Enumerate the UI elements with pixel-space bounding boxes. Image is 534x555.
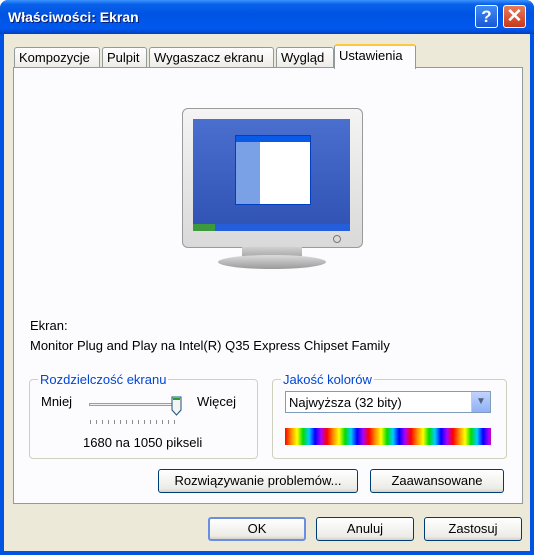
cancel-button[interactable]: Anuluj: [316, 517, 414, 541]
tab-appearance[interactable]: Wygląd: [276, 47, 334, 68]
preview-start-button: [193, 224, 215, 231]
apply-button[interactable]: Zastosuj: [424, 517, 522, 541]
tab-settings[interactable]: Ustawienia: [334, 44, 416, 69]
tab-screensaver[interactable]: Wygaszacz ekranu: [149, 47, 274, 68]
color-spectrum-preview: [285, 428, 491, 445]
display-label: Ekran:: [30, 318, 68, 333]
tab-desktop[interactable]: Pulpit: [102, 47, 147, 68]
tab-themes[interactable]: Kompozycje: [14, 47, 100, 68]
properties-dialog: Właściwości: Ekran ? ✕ Kompozycje Pulpit…: [0, 0, 534, 555]
window-title: Właściwości: Ekran: [8, 9, 139, 25]
color-quality-group-title: Jakość kolorów: [281, 372, 374, 387]
color-quality-group: Jakość kolorów Najwyższa (32 bity) ▼: [272, 372, 507, 459]
settings-panel: Ekran: Monitor Plug and Play na Intel(R)…: [13, 67, 523, 504]
title-bar[interactable]: Właściwości: Ekran ? ✕: [0, 0, 534, 34]
ok-button[interactable]: OK: [208, 517, 306, 541]
resolution-less-label: Mniej: [41, 394, 73, 409]
preview-taskbar: [193, 224, 350, 231]
close-button[interactable]: ✕: [503, 5, 526, 28]
resolution-group: Rozdzielczość ekranu Mniej Więcej 1680 n…: [29, 372, 258, 459]
resolution-slider-track[interactable]: [89, 403, 181, 406]
resolution-slider-ticks: [90, 420, 180, 424]
power-button-icon: [333, 235, 341, 243]
help-button[interactable]: ?: [475, 5, 498, 28]
dialog-body: Kompozycje Pulpit Wygaszacz ekranu Wyglą…: [4, 34, 530, 551]
advanced-button[interactable]: Zaawansowane: [370, 469, 504, 493]
chevron-down-icon[interactable]: ▼: [471, 392, 490, 412]
resolution-group-title: Rozdzielczość ekranu: [38, 372, 169, 387]
color-quality-select[interactable]: Najwyższa (32 bity) ▼: [285, 391, 491, 413]
resolution-slider-thumb[interactable]: [171, 396, 182, 416]
preview-window: [235, 135, 311, 205]
resolution-more-label: Więcej: [197, 394, 237, 409]
troubleshoot-button[interactable]: Rozwiązywanie problemów...: [158, 469, 358, 493]
color-quality-value: Najwyższa (32 bity): [289, 395, 402, 410]
screen-preview: [193, 119, 350, 231]
monitor-base: [218, 255, 326, 269]
display-device: Monitor Plug and Play na Intel(R) Q35 Ex…: [30, 338, 390, 353]
help-icon: ?: [481, 7, 492, 26]
resolution-value: 1680 na 1050 pikseli: [83, 435, 203, 450]
close-icon: ✕: [506, 6, 523, 27]
monitor-bezel: [182, 108, 363, 248]
